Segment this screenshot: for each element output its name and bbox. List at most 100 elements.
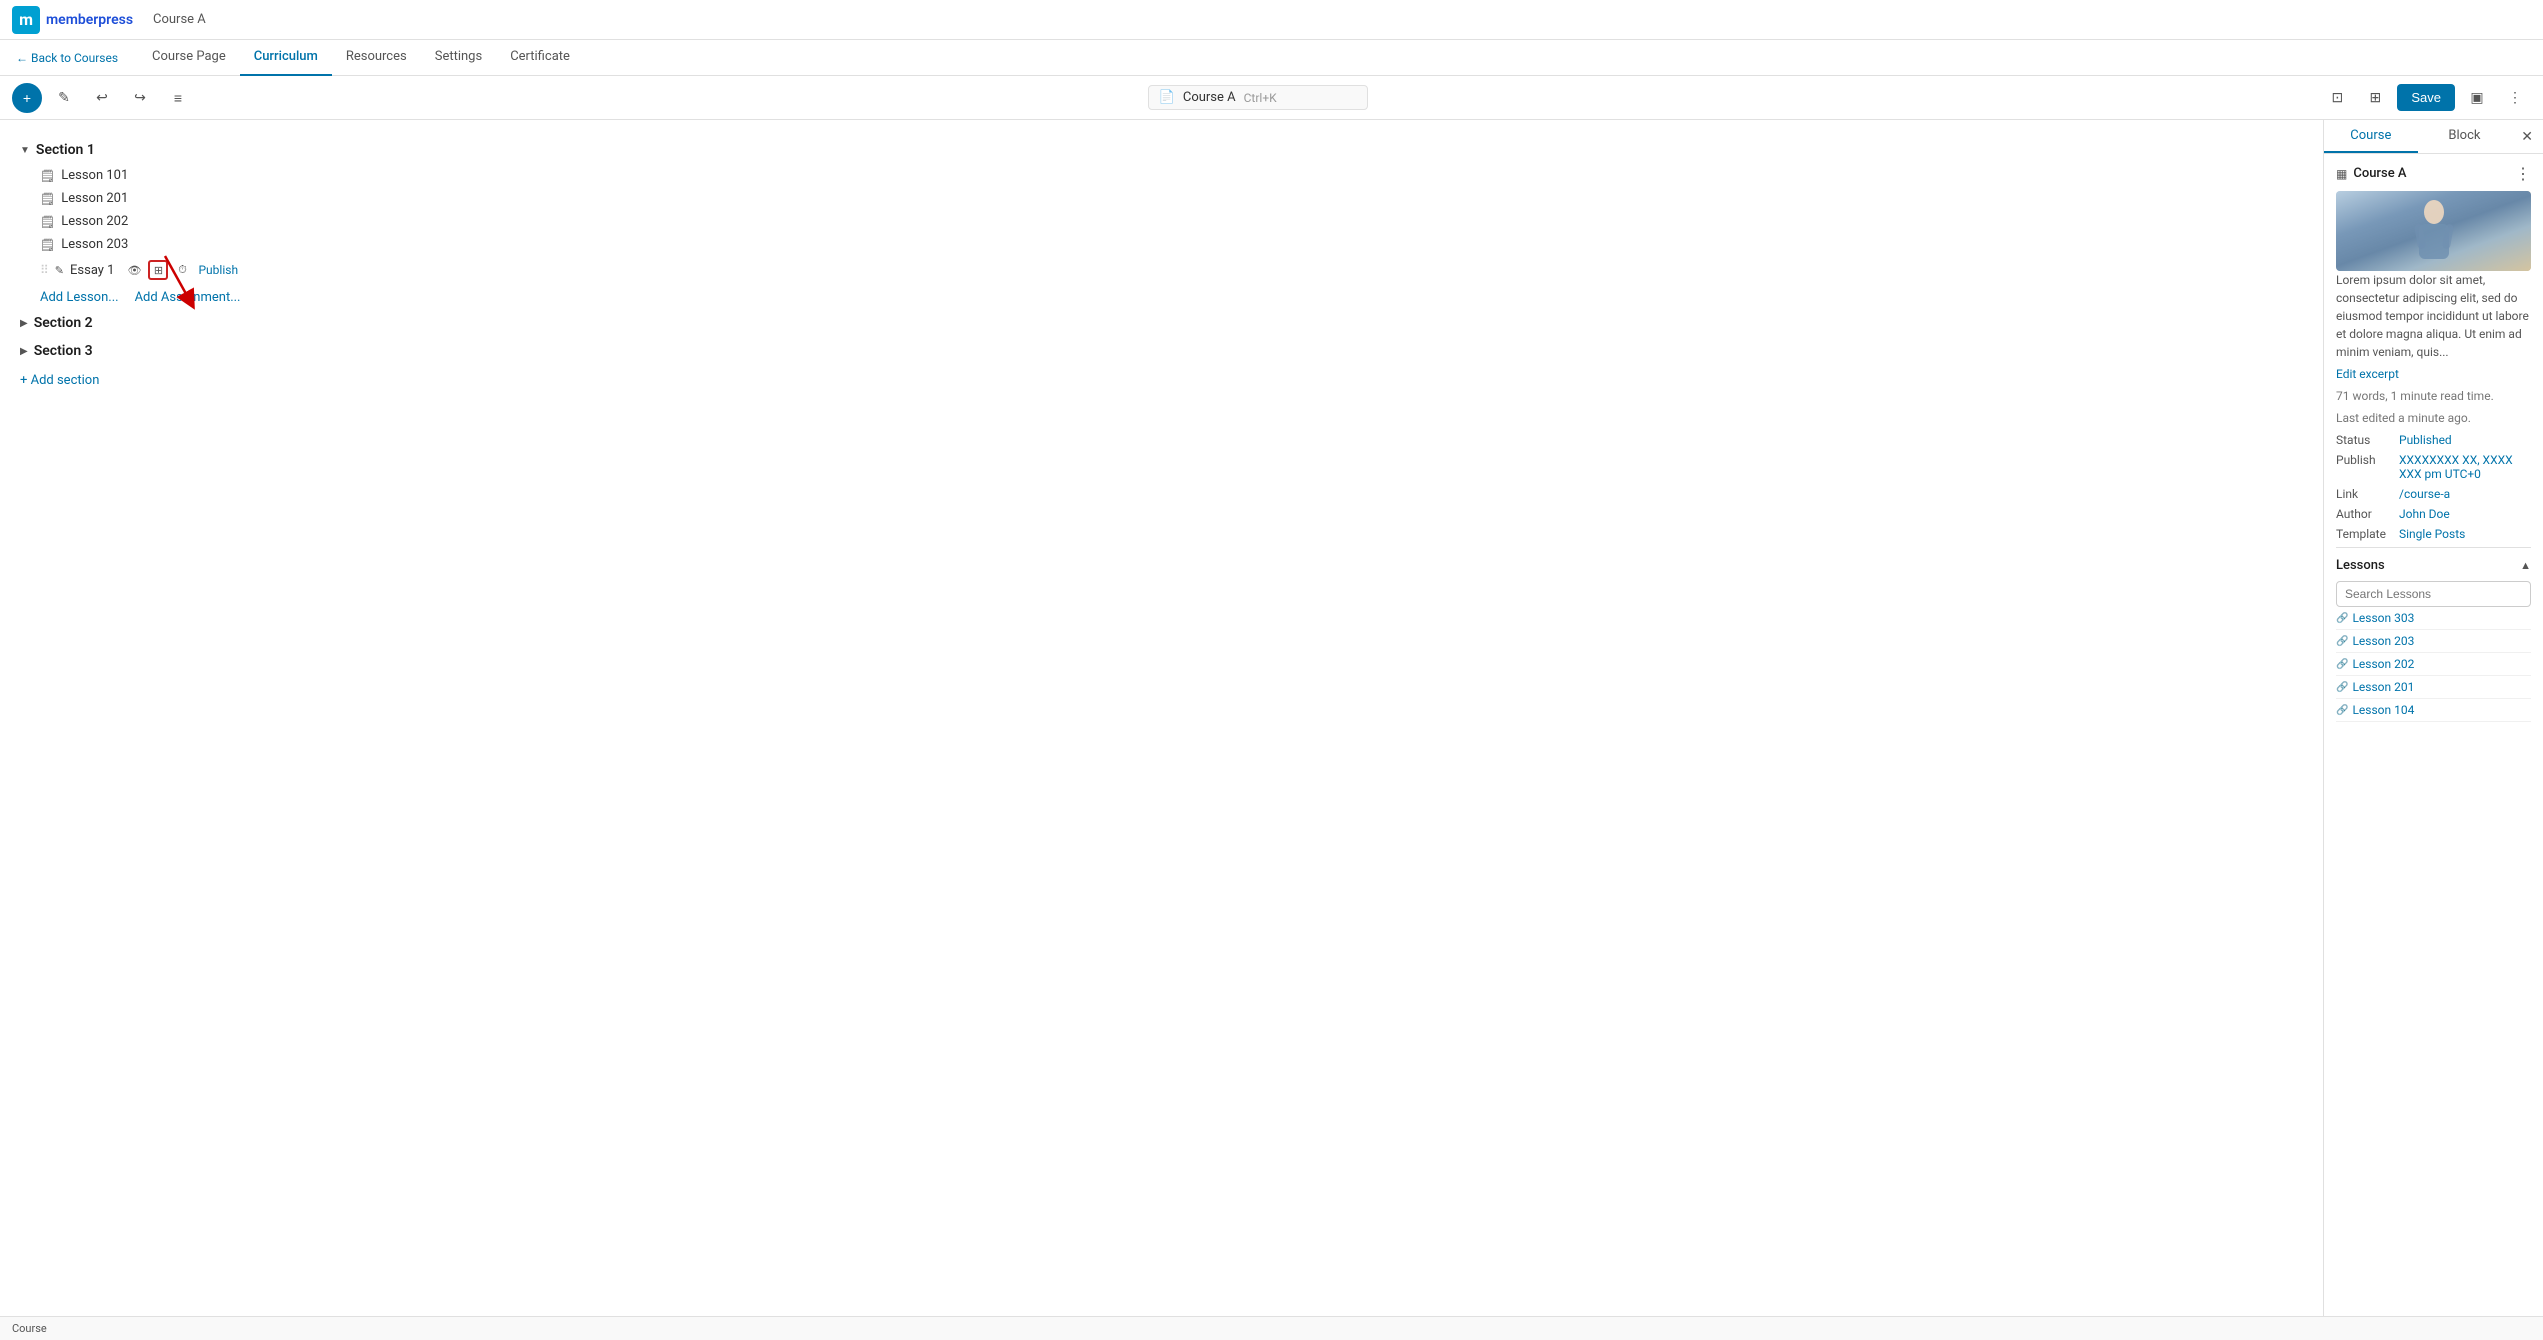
author-row: Author John Doe [2336, 507, 2531, 521]
clock-icon[interactable]: ⏱ [172, 260, 192, 280]
list-item: 🗒 Lesson 202 [40, 210, 2303, 233]
doc-icon: 🗒 [40, 215, 55, 229]
lessons-header: Lessons ▲ [2336, 558, 2531, 573]
lesson-name[interactable]: Lesson 202 [61, 214, 128, 229]
undo-button[interactable]: ↩ [86, 82, 118, 114]
list-item[interactable]: 🔗 Lesson 201 [2336, 676, 2531, 699]
doc-icon: 🗒 [40, 169, 55, 183]
author-value[interactable]: John Doe [2399, 507, 2450, 521]
link-label: Link [2336, 487, 2391, 501]
template-label: Template [2336, 527, 2391, 541]
status-label: Status [2336, 433, 2391, 447]
thumbnail-bg [2336, 191, 2531, 271]
view-toggle-icon[interactable]: ▣ [2461, 82, 2493, 114]
lesson-link-icon: 🔗 [2336, 682, 2348, 693]
tab-settings[interactable]: Settings [421, 40, 496, 76]
preview-icon[interactable]: ⊡ [2321, 82, 2353, 114]
top-bar: m memberpress Course A [0, 0, 2543, 40]
add-button[interactable]: + [12, 83, 42, 113]
lesson-name[interactable]: Lesson 201 [61, 191, 128, 206]
add-section-row[interactable]: + Add section [20, 365, 2303, 396]
section-3-name: Section 3 [34, 343, 93, 359]
quiz-icon[interactable]: ⊞ [148, 260, 168, 280]
lessons-list-name: Lesson 303 [2352, 611, 2414, 625]
edit-essay-icon[interactable]: ✎ [55, 264, 64, 277]
header-course-name: Course A [153, 12, 206, 27]
section-1-content: 🗒 Lesson 101 🗒 Lesson 201 🗒 Lesson 202 🗒… [20, 164, 2303, 309]
link-row: Link /course-a [2336, 487, 2531, 501]
lessons-collapse-chevron[interactable]: ▲ [2520, 559, 2531, 572]
tab-course-page[interactable]: Course Page [138, 40, 240, 76]
logo-icon: m [12, 6, 40, 34]
panel-tab-bar: Course Block ✕ [2324, 120, 2543, 154]
nav-tabs: ← Back to Courses Course Page Curriculum… [0, 40, 2543, 76]
status-row: Status Published [2336, 433, 2531, 447]
course-name-input[interactable]: 📄 Course A Ctrl+K [1148, 85, 1368, 110]
panel-tab-block[interactable]: Block [2418, 120, 2512, 153]
list-item[interactable]: 🔗 Lesson 202 [2336, 653, 2531, 676]
section-2-chevron: ▶ [20, 318, 28, 329]
save-button[interactable]: Save [2397, 84, 2455, 111]
section-2-name: Section 2 [34, 315, 93, 331]
panel-close-button[interactable]: ✕ [2511, 121, 2543, 153]
list-item[interactable]: 🔗 Lesson 303 [2336, 607, 2531, 630]
redo-button[interactable]: ↪ [124, 82, 156, 114]
lessons-section: Lessons ▲ 🔗 Lesson 303 🔗 Lesson 203 🔗 Le… [2336, 547, 2531, 722]
lesson-name[interactable]: Lesson 101 [61, 168, 128, 183]
add-section-label: + Add section [20, 373, 99, 388]
author-label: Author [2336, 507, 2391, 521]
section-2: ▶ Section 2 [20, 309, 2303, 337]
publish-label: Publish [2336, 453, 2391, 467]
keyboard-shortcut: Ctrl+K [1244, 91, 1277, 105]
pencil-icon[interactable]: ✎ [48, 82, 80, 114]
link-value[interactable]: /course-a [2399, 487, 2450, 501]
tab-curriculum[interactable]: Curriculum [240, 40, 332, 76]
section-1: ▼ Section 1 🗒 Lesson 101 🗒 Lesson 201 🗒 … [20, 136, 2303, 309]
section-3-header[interactable]: ▶ Section 3 [20, 337, 2303, 365]
main-layout: ▼ Section 1 🗒 Lesson 101 🗒 Lesson 201 🗒 … [0, 120, 2543, 1316]
thumbnail-svg [2404, 194, 2464, 269]
essay-name[interactable]: Essay 1 [70, 263, 114, 278]
search-lessons-input[interactable] [2336, 581, 2531, 607]
add-assignment-link[interactable]: Add Assignment... [135, 290, 241, 305]
section-3-chevron: ▶ [20, 346, 28, 357]
publish-link[interactable]: Publish [198, 263, 238, 277]
doc-icon: 🗒 [40, 192, 55, 206]
last-edited: Last edited a minute ago. [2336, 411, 2531, 425]
panel-tab-course[interactable]: Course [2324, 120, 2418, 153]
publish-value[interactable]: XXXXXXXX XX, XXXX XXX pm UTC+0 [2399, 453, 2531, 481]
panel-course-name: Course A [2353, 166, 2406, 181]
panel-course-doc-icon: ▦ [2336, 167, 2347, 181]
back-to-courses-link[interactable]: ← Back to Courses [16, 51, 118, 65]
section-2-header[interactable]: ▶ Section 2 [20, 309, 2303, 337]
external-link-icon[interactable]: ⊞ [2359, 82, 2391, 114]
logo-area: m memberpress [12, 6, 133, 34]
list-view-button[interactable]: ≡ [162, 82, 194, 114]
lesson-name[interactable]: Lesson 203 [61, 237, 128, 252]
panel-course-header: ▦ Course A ⋮ [2336, 164, 2531, 183]
lesson-link-icon: 🔗 [2336, 705, 2348, 716]
add-lesson-link[interactable]: Add Lesson... [40, 290, 119, 305]
doc-icon: 🗒 [40, 238, 55, 252]
panel-course-name-row: ▦ Course A [2336, 166, 2407, 181]
list-item[interactable]: 🔗 Lesson 104 [2336, 699, 2531, 722]
tab-resources[interactable]: Resources [332, 40, 421, 76]
status-bar: Course [0, 1316, 2543, 1340]
publish-row: Publish XXXXXXXX XX, XXXX XXX pm UTC+0 [2336, 453, 2531, 481]
toolbar-right: ⊡ ⊞ Save ▣ ⋮ [2321, 82, 2531, 114]
section-1-header[interactable]: ▼ Section 1 [20, 136, 2303, 164]
template-value[interactable]: Single Posts [2399, 527, 2465, 541]
tab-certificate[interactable]: Certificate [496, 40, 584, 76]
panel-more-options-icon[interactable]: ⋮ [2515, 164, 2531, 183]
more-options-icon[interactable]: ⋮ [2499, 82, 2531, 114]
add-links: Add Lesson... Add Assignment... [40, 286, 2303, 309]
panel-content: ▦ Course A ⋮ Lorem [2324, 154, 2543, 1316]
center-area: 📄 Course A Ctrl+K [200, 85, 2315, 110]
word-count: 71 words, 1 minute read time. [2336, 389, 2531, 403]
list-item[interactable]: 🔗 Lesson 203 [2336, 630, 2531, 653]
edit-excerpt-link[interactable]: Edit excerpt [2336, 367, 2531, 381]
view-essay-icon[interactable]: 👁 [124, 260, 144, 280]
template-row: Template Single Posts [2336, 527, 2531, 541]
logo-brand: memberpress [46, 12, 133, 28]
status-value[interactable]: Published [2399, 433, 2452, 447]
